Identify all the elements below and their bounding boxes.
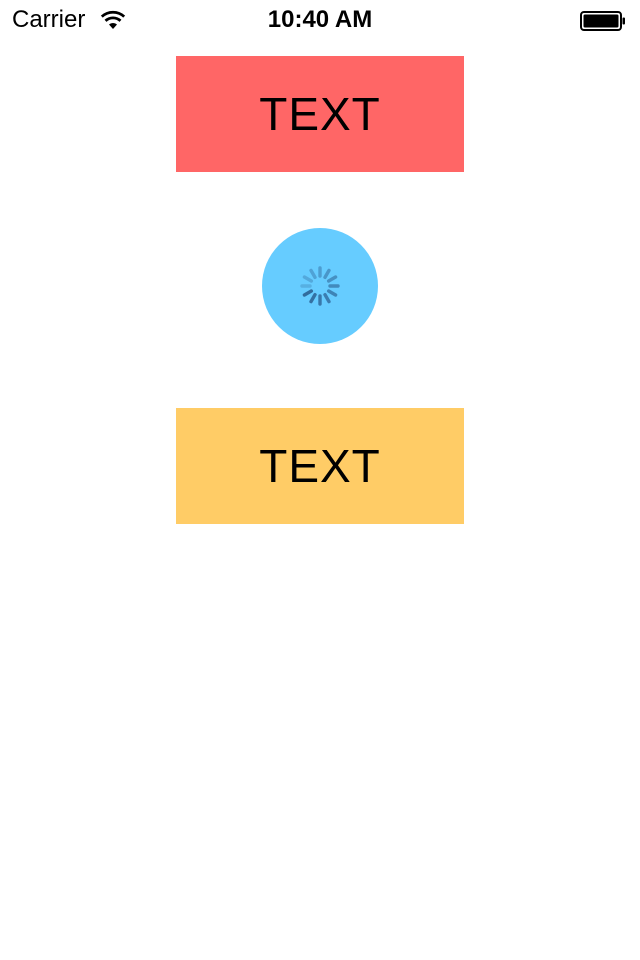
activity-spinner-icon xyxy=(300,266,340,306)
battery-icon xyxy=(580,11,625,31)
bottom-text-button[interactable]: TEXT xyxy=(176,408,464,524)
loading-indicator xyxy=(262,228,378,344)
top-text-button[interactable]: TEXT xyxy=(176,56,464,172)
status-time: 10:40 AM xyxy=(267,6,373,33)
status-bar: Carrier 10:40 AM xyxy=(0,0,640,40)
